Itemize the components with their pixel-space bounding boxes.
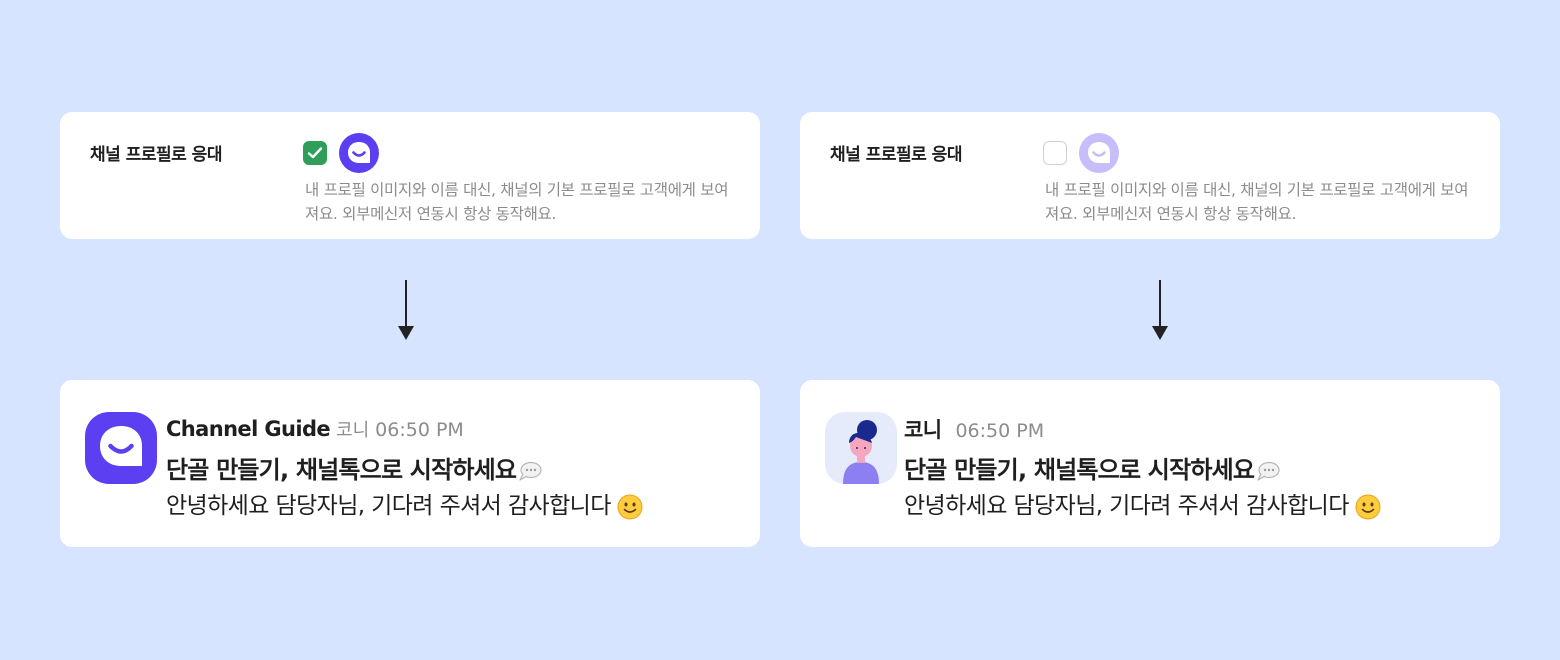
arrow-down-icon: [1152, 280, 1168, 340]
channel-talk-logo-icon: [339, 133, 379, 173]
setting-card-unchecked: 채널 프로필로 응대 내 프로필 이미지와 이름 대신, 채널의 기본 프로필로…: [800, 112, 1500, 239]
check-icon: [307, 147, 323, 159]
message-title: 단골 만들기, 채널톡으로 시작하세요: [166, 450, 542, 485]
message-header: Channel Guide 코니 06:50 PM: [166, 416, 464, 442]
message-time: 06:50 PM: [375, 419, 464, 441]
person-avatar-icon: [825, 412, 897, 484]
message-body-text: 안녕하세요 담당자님, 기다려 주셔서 감사합니다: [166, 493, 611, 519]
message-title: 단골 만들기, 채널톡으로 시작하세요: [904, 450, 1280, 485]
channel-talk-logo-icon: [1079, 133, 1119, 173]
setting-description: 내 프로필 이미지와 이름 대신, 채널의 기본 프로필로 고객에게 보여져요.…: [1045, 181, 1469, 223]
arrow-down-icon: [398, 280, 414, 340]
setting-label: 채널 프로필로 응대: [90, 145, 222, 165]
message-title-text: 단골 만들기, 채널톡으로 시작하세요: [904, 456, 1255, 484]
smile-emoji-icon: [617, 494, 643, 519]
message-preview-card: Channel Guide 코니 06:50 PM 단골 만들기, 채널톡으로 시작…: [60, 380, 760, 547]
setting-description: 내 프로필 이미지와 이름 대신, 채널의 기본 프로필로 고객에게 보여져요.…: [305, 181, 729, 223]
smile-emoji-icon: [1355, 494, 1381, 519]
message-preview-card: 코니 06:50 PM 단골 만들기, 채널톡으로 시작하세요 안녕하세요 담당자…: [800, 380, 1500, 547]
channel-profile-checkbox[interactable]: [303, 141, 327, 165]
message-title-text: 단골 만들기, 채널톡으로 시작하세요: [166, 456, 517, 484]
speech-bubble-icon: [1257, 461, 1280, 481]
setting-card-checked: 채널 프로필로 응대 내 프로필 이미지와 이름 대신, 채널의 기본 프로필로…: [60, 112, 760, 239]
speech-bubble-icon: [519, 461, 542, 481]
message-body-text: 안녕하세요 담당자님, 기다려 주셔서 감사합니다: [904, 493, 1349, 519]
channel-profile-checkbox[interactable]: [1043, 141, 1067, 165]
message-body: 안녕하세요 담당자님, 기다려 주셔서 감사합니다: [166, 486, 643, 520]
setting-label: 채널 프로필로 응대: [830, 145, 962, 165]
sender-name: Channel Guide: [166, 417, 331, 441]
sender-tag: 코니: [336, 420, 370, 441]
message-header: 코니 06:50 PM: [904, 414, 1044, 444]
channel-talk-logo-icon: [85, 412, 157, 484]
message-body: 안녕하세요 담당자님, 기다려 주셔서 감사합니다: [904, 486, 1381, 520]
message-time: 06:50 PM: [955, 420, 1045, 442]
sender-name: 코니: [904, 418, 942, 442]
